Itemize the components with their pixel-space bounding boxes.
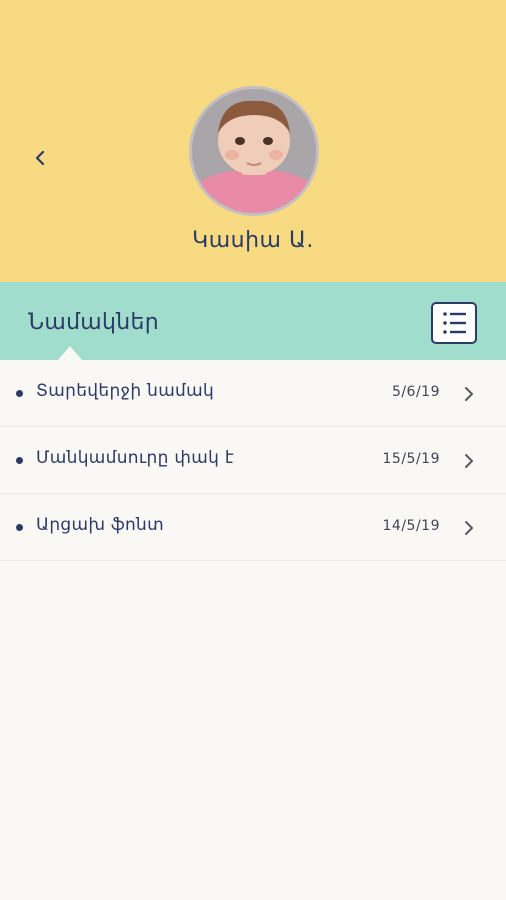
chevron-right-icon [465,387,473,401]
message-title: Մանկամսուրը փակ է [36,448,234,468]
bullet-icon [16,524,23,531]
message-date: 5/6/19 [391,384,440,400]
list-item[interactable]: Տարեվերջի նամակ 5/6/19 [0,360,506,427]
profile-name: Կասիա Ա. [192,228,314,253]
avatar [189,86,319,216]
chevron-left-icon [35,150,45,166]
list-icon [443,312,466,334]
list-item[interactable]: Արցախ ֆոնտ 14/5/19 [0,494,506,561]
back-button[interactable] [28,146,52,170]
message-date: 15/5/19 [382,451,440,467]
bullet-icon [16,390,23,397]
message-title: Արցախ ֆոնտ [36,515,164,535]
list-item[interactable]: Մանկամսուրը փակ է 15/5/19 [0,427,506,494]
tab-indicator [58,346,82,360]
chevron-right-icon [465,454,473,468]
section-title: Նամակներ [28,310,160,335]
message-list: Տարեվերջի նամակ 5/6/19 Մանկամսուրը փակ է… [0,360,506,561]
profile-header: Կասիա Ա. [0,0,506,282]
bullet-icon [16,457,23,464]
message-date: 14/5/19 [382,518,440,534]
list-view-button[interactable] [431,302,477,344]
message-title: Տարեվերջի նամակ [36,381,215,401]
chevron-right-icon [465,521,473,535]
